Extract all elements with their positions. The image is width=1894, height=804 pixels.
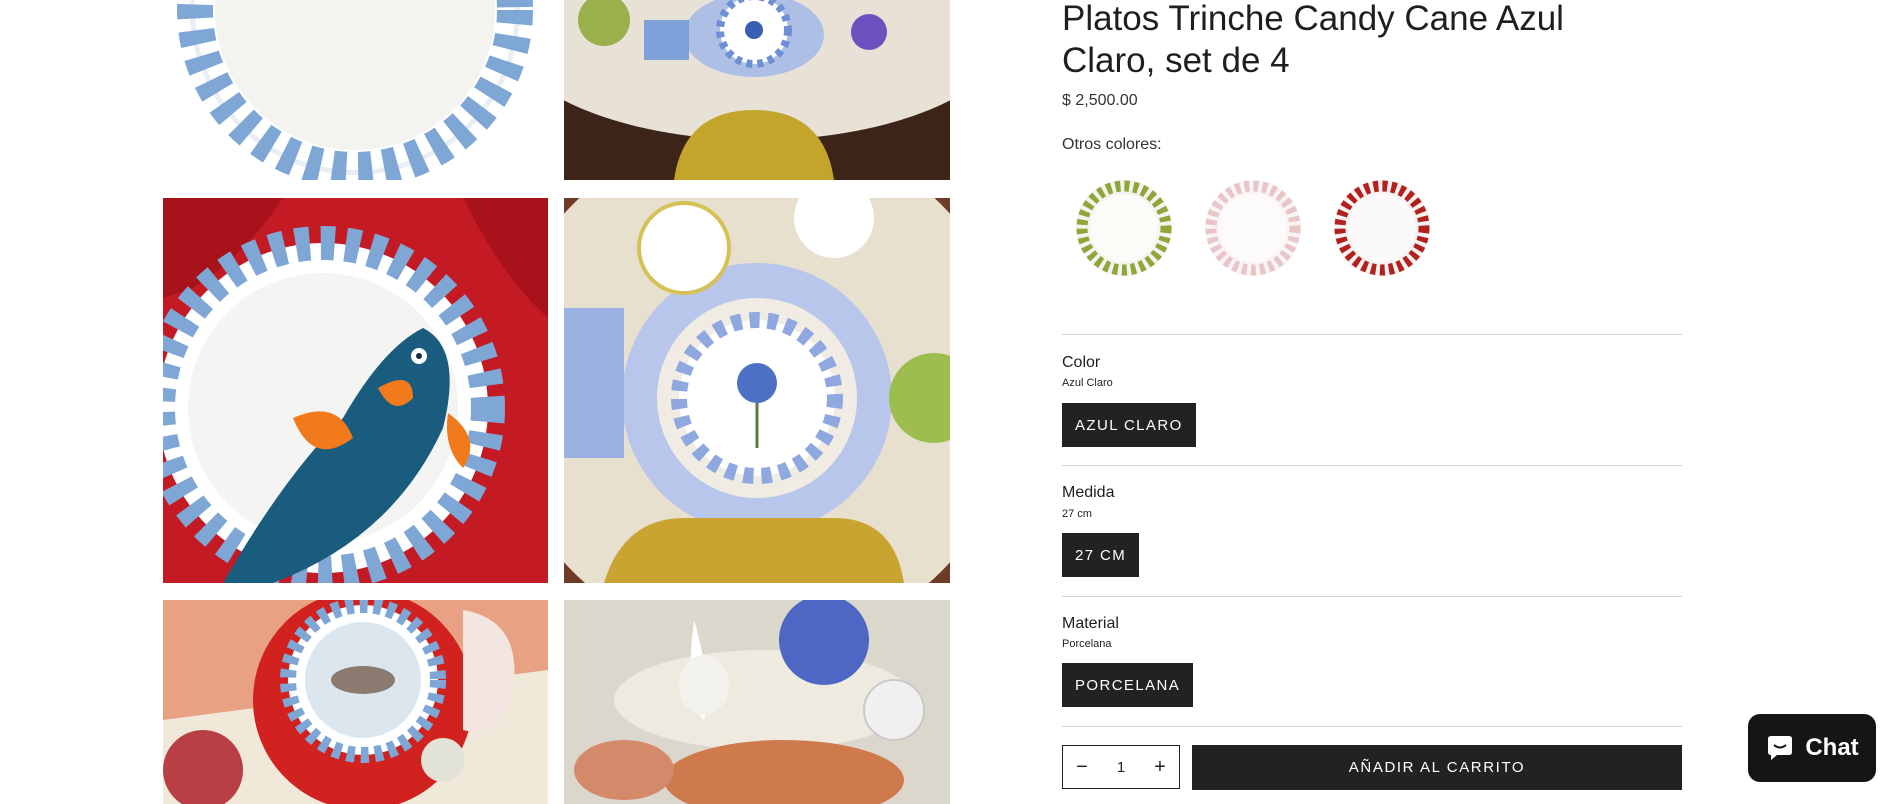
fish-plate-image — [163, 198, 548, 583]
color-option-button[interactable]: AZUL CLARO — [1062, 403, 1196, 447]
gallery-image-6[interactable] — [564, 600, 950, 804]
swatch-green-plate[interactable] — [1074, 178, 1174, 278]
size-option-value: 27 cm — [1062, 508, 1092, 520]
other-colors-label: Otros colores: — [1062, 136, 1162, 153]
table-setting-image — [564, 0, 950, 180]
chat-label: Chat — [1805, 734, 1859, 761]
divider — [1062, 334, 1682, 335]
product-title: Platos Trinche Candy Cane Azul Claro, se… — [1062, 0, 1564, 80]
butterfly-table-image — [564, 600, 950, 804]
red-table-setting-image — [163, 600, 548, 804]
pink-stripe-plate-icon — [1205, 180, 1301, 276]
size-option-button[interactable]: 27 CM — [1062, 533, 1140, 577]
hydrangea-plate-image — [564, 198, 950, 583]
quantity-value[interactable]: 1 — [1101, 759, 1141, 776]
quantity-stepper: − 1 + — [1062, 745, 1180, 789]
swatch-pink-plate[interactable] — [1203, 178, 1303, 278]
color-option-value: Azul Claro — [1062, 377, 1113, 389]
product-price: $ 2,500.00 — [1062, 92, 1138, 109]
chat-bubble-icon — [1768, 736, 1793, 760]
green-stripe-plate-icon — [1076, 180, 1172, 276]
gallery-image-3[interactable] — [163, 198, 548, 583]
add-to-cart-button[interactable]: AÑADIR AL CARRITO — [1192, 745, 1682, 790]
red-stripe-plate-icon — [1334, 180, 1430, 276]
gallery-image-1[interactable] — [163, 0, 548, 180]
plate-closeup-image — [163, 0, 548, 180]
material-option-button[interactable]: PORCELANA — [1062, 663, 1194, 707]
swatch-red-plate[interactable] — [1332, 178, 1432, 278]
divider — [1062, 465, 1682, 466]
chat-button[interactable]: Chat — [1748, 714, 1876, 782]
gallery-image-4[interactable] — [564, 198, 950, 583]
divider — [1062, 726, 1682, 727]
material-option-label: Material — [1062, 615, 1119, 632]
material-option-value: Porcelana — [1062, 638, 1112, 650]
size-option-label: Medida — [1062, 484, 1115, 501]
gallery-image-2[interactable] — [564, 0, 950, 180]
quantity-minus-button[interactable]: − — [1063, 746, 1101, 788]
quantity-plus-button[interactable]: + — [1141, 746, 1179, 788]
gallery-image-5[interactable] — [163, 600, 548, 804]
divider — [1062, 596, 1682, 597]
color-option-label: Color — [1062, 354, 1101, 371]
